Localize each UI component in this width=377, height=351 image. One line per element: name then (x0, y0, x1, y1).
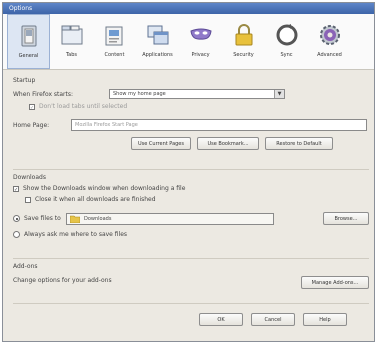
close-when-done-label: Close it when all downloads are finished (35, 196, 156, 203)
help-button[interactable]: Help (303, 313, 347, 326)
tab-sync[interactable]: Sync (265, 14, 308, 69)
tab-applications[interactable]: Applications (136, 14, 179, 69)
cancel-button[interactable]: Cancel (251, 313, 295, 326)
ok-button[interactable]: OK (199, 313, 243, 326)
home-page-label: Home Page: (13, 121, 50, 129)
tab-sync-label: Sync (280, 52, 293, 58)
divider (13, 258, 369, 259)
tab-content[interactable]: Content (93, 14, 136, 69)
applications-icon (147, 25, 168, 45)
downloads-section: Downloads ✓ Show the Downloads window wh… (13, 174, 369, 238)
tab-general-label: General (18, 53, 39, 59)
dialog-footer: OK Cancel Help (199, 313, 347, 326)
browse-button[interactable]: Browse... (323, 212, 369, 225)
tab-security-label: Security (233, 52, 254, 58)
dont-load-tabs-checkbox[interactable]: ✓ (29, 103, 35, 111)
switch-icon (21, 25, 36, 47)
always-ask-label: Always ask me where to save files (24, 231, 128, 238)
always-ask-radio[interactable] (13, 231, 20, 238)
addons-description: Change options for your add-ons (13, 277, 112, 284)
home-page-input[interactable]: Mozilla Firefox Start Page (71, 119, 367, 131)
tab-advanced[interactable]: Advanced (308, 14, 351, 69)
startup-dropdown-value: Show my home page (113, 91, 166, 97)
padlock-icon (235, 24, 252, 46)
content-icon (105, 26, 122, 46)
addons-heading: Add-ons (13, 263, 38, 270)
use-current-pages-button[interactable]: Use Current Pages (131, 137, 191, 150)
sync-icon (276, 24, 297, 46)
restore-default-button[interactable]: Restore to Default (265, 137, 333, 150)
privacy-mask-icon (189, 28, 212, 40)
chevron-down-icon: ▼ (274, 90, 284, 98)
when-starts-label: When Firefox starts: (13, 90, 74, 98)
downloads-heading: Downloads (13, 174, 46, 181)
tab-tabs[interactable]: Tabs (50, 14, 93, 69)
divider (13, 169, 369, 170)
dont-load-tabs-label: Don't load tabs until selected (39, 103, 128, 110)
tab-tabs-label: Tabs (65, 52, 78, 58)
gear-icon (319, 25, 340, 45)
startup-dropdown[interactable]: Show my home page ▼ (109, 89, 285, 99)
options-window: Options General Tabs Content Application… (2, 2, 375, 342)
startup-section: Startup When Firefox starts: Show my hom… (13, 77, 369, 150)
tab-privacy-label: Privacy (191, 52, 210, 58)
divider (13, 303, 369, 304)
manage-addons-button[interactable]: Manage Add-ons... (301, 276, 369, 289)
startup-heading: Startup (13, 77, 36, 84)
close-when-done-checkbox[interactable] (25, 196, 31, 203)
tab-advanced-label: Advanced (317, 52, 342, 58)
tab-general[interactable]: General (7, 14, 50, 69)
download-folder-name: Downloads (84, 215, 112, 222)
addons-section: Add-ons Change options for your add-ons … (13, 263, 369, 289)
tab-content-label: Content (104, 52, 125, 58)
show-downloads-label: Show the Downloads window when downloadi… (23, 185, 186, 192)
home-page-placeholder: Mozilla Firefox Start Page (75, 122, 138, 128)
use-bookmark-button[interactable]: Use Bookmark... (197, 137, 259, 150)
tab-privacy[interactable]: Privacy (179, 14, 222, 69)
tabs-icon (61, 25, 82, 45)
folder-icon (70, 215, 80, 223)
download-folder-field[interactable]: Downloads (66, 212, 274, 225)
save-files-label: Save files to (24, 215, 61, 222)
window-title: Options (3, 3, 374, 14)
tab-security[interactable]: Security (222, 14, 265, 69)
category-toolbar: General Tabs Content Applications Privac… (3, 14, 374, 70)
save-files-radio[interactable] (13, 215, 20, 222)
tab-applications-label: Applications (142, 52, 173, 58)
show-downloads-checkbox[interactable]: ✓ (13, 185, 19, 193)
